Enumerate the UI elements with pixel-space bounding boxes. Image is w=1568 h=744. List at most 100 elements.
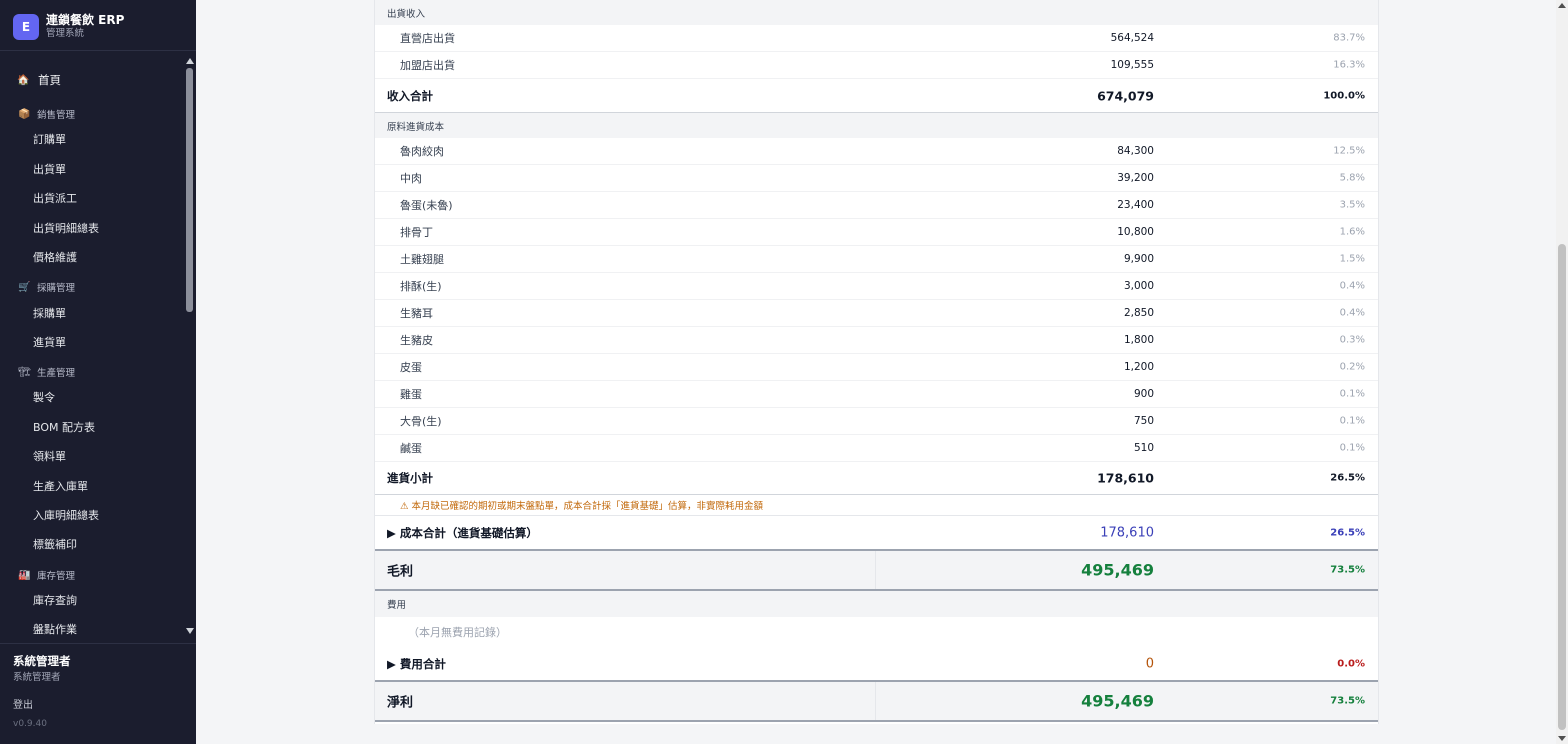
row-value: 2,850 bbox=[1123, 307, 1154, 319]
row-value: 495,469 bbox=[1081, 560, 1154, 580]
row-label: 進貨小計 bbox=[387, 471, 433, 485]
row-label: 中肉 bbox=[400, 172, 422, 185]
gross-profit-row: 毛利 495,469 73.5% bbox=[375, 551, 1378, 591]
row-percent: 73.5% bbox=[1330, 564, 1365, 576]
page-scrollbar[interactable] bbox=[1556, 0, 1568, 744]
sidebar-item-procurement-order[interactable]: 採購單 bbox=[33, 305, 66, 321]
sidebar-item-shipment[interactable]: 出貨單 bbox=[33, 161, 66, 177]
section-header-revenue: 出貨收入 bbox=[375, 0, 1378, 25]
row-label: 淨利 bbox=[387, 695, 414, 711]
sidebar-item-label-reprint[interactable]: 標籤補印 bbox=[33, 536, 77, 552]
section-header-cost: 原料進貨成本 bbox=[375, 113, 1378, 138]
sidebar-group-label: 銷售管理 bbox=[37, 110, 76, 121]
sidebar-group-label: 採購管理 bbox=[37, 283, 76, 294]
sidebar-item-goods-receipt[interactable]: 進貨單 bbox=[33, 334, 66, 350]
scroll-down-arrow-icon[interactable] bbox=[186, 628, 194, 634]
scrollbar-thumb[interactable] bbox=[1558, 244, 1566, 730]
sidebar-group-sales[interactable]: 📦 銷售管理 bbox=[18, 107, 76, 122]
table-row: 直營店出貨 564,524 83.7% bbox=[375, 25, 1378, 52]
sidebar-item-stocktake[interactable]: 盤點作業 bbox=[33, 621, 77, 637]
expense-total-row[interactable]: ▶ 費用合計 0 0.0% bbox=[375, 647, 1378, 682]
row-value: 750 bbox=[1133, 415, 1154, 427]
cost-total-row[interactable]: ▶ 成本合計（進貨基礎估算） 178,610 26.5% bbox=[375, 516, 1378, 551]
table-row: 中肉 39,200 5.8% bbox=[375, 165, 1378, 192]
brand[interactable]: E 連鎖餐飲 ERP 管理系統 bbox=[13, 13, 124, 40]
row-value: 39,200 bbox=[1117, 172, 1154, 184]
row-percent: 0.0% bbox=[1337, 658, 1365, 669]
row-percent: 3.5% bbox=[1339, 199, 1365, 211]
row-value: 495,469 bbox=[1081, 691, 1154, 711]
scrollbar-thumb[interactable] bbox=[186, 68, 193, 312]
row-value: 109,555 bbox=[1110, 59, 1154, 71]
row-label: 鹹蛋 bbox=[400, 442, 422, 455]
factory-icon: 🏭 bbox=[18, 569, 31, 581]
row-value: 1,800 bbox=[1123, 334, 1154, 346]
cart-icon: 🛒 bbox=[18, 281, 31, 293]
home-icon: 🏠 bbox=[17, 74, 30, 86]
row-label: 毛利 bbox=[387, 564, 414, 580]
table-row: 雞蛋 900 0.1% bbox=[375, 381, 1378, 408]
row-label: 直營店出貨 bbox=[400, 32, 455, 45]
package-icon: 📦 bbox=[18, 108, 31, 120]
construction-icon: 🏗 bbox=[18, 366, 31, 378]
sidebar: E 連鎖餐飲 ERP 管理系統 🏠 首頁 📦 銷售管理 訂購單 出貨單 出貨派工… bbox=[0, 0, 196, 744]
row-label: 雞蛋 bbox=[400, 388, 422, 401]
sidebar-group-inventory[interactable]: 🏭 庫存管理 bbox=[18, 568, 76, 583]
sidebar-item-receipt-detail[interactable]: 入庫明細總表 bbox=[33, 507, 99, 523]
estimate-warning: ⚠ 本月缺已確認的期初或期末盤點單，成本合計採「進貨基礎」估算，非實際耗用金額 bbox=[375, 495, 1378, 516]
logout-link[interactable]: 登出 bbox=[13, 696, 33, 711]
sidebar-scrollbar[interactable] bbox=[185, 58, 194, 634]
row-label: 加盟店出貨 bbox=[400, 59, 455, 72]
table-row: 鹹蛋 510 0.1% bbox=[375, 435, 1378, 462]
scroll-up-arrow-icon[interactable] bbox=[1558, 3, 1566, 8]
row-label: 皮蛋 bbox=[400, 361, 422, 374]
sidebar-item-inventory-query[interactable]: 庫存查詢 bbox=[33, 592, 77, 608]
table-row: 排酥(生) 3,000 0.4% bbox=[375, 273, 1378, 300]
section-header-expense: 費用 bbox=[375, 591, 1378, 617]
sidebar-group-procurement[interactable]: 🛒 採購管理 bbox=[18, 280, 76, 295]
sidebar-item-purchase-order[interactable]: 訂購單 bbox=[33, 131, 66, 147]
divider bbox=[875, 682, 876, 720]
row-percent: 26.5% bbox=[1330, 527, 1365, 538]
row-percent: 0.4% bbox=[1339, 280, 1365, 292]
row-percent: 16.3% bbox=[1333, 59, 1365, 71]
scroll-up-arrow-icon[interactable] bbox=[186, 58, 194, 64]
row-percent: 1.6% bbox=[1339, 226, 1365, 238]
divider bbox=[875, 551, 876, 589]
row-label: 生豬皮 bbox=[400, 334, 433, 347]
row-value: 1,200 bbox=[1123, 361, 1154, 373]
sidebar-group-production[interactable]: 🏗 生產管理 bbox=[18, 365, 76, 380]
purchase-subtotal-row: 進貨小計 178,610 26.5% bbox=[375, 462, 1378, 495]
row-percent: 0.2% bbox=[1339, 361, 1365, 373]
sidebar-item-work-order[interactable]: 製令 bbox=[33, 389, 55, 405]
sidebar-item-shipment-detail[interactable]: 出貨明細總表 bbox=[33, 220, 99, 236]
row-label: 排骨丁 bbox=[400, 226, 433, 239]
row-percent: 0.3% bbox=[1339, 334, 1365, 346]
row-percent: 26.5% bbox=[1330, 472, 1365, 484]
row-label: 排酥(生) bbox=[400, 280, 442, 293]
scroll-down-arrow-icon[interactable] bbox=[1558, 736, 1566, 741]
sidebar-item-material-issue[interactable]: 領料單 bbox=[33, 448, 66, 464]
row-value: 564,524 bbox=[1110, 32, 1154, 44]
sidebar-item-production-receipt[interactable]: 生產入庫單 bbox=[33, 478, 88, 494]
row-percent: 0.1% bbox=[1339, 388, 1365, 400]
sidebar-item-label: 首頁 bbox=[38, 73, 61, 87]
main-content: 出貨收入 直營店出貨 564,524 83.7% 加盟店出貨 109,555 1… bbox=[196, 0, 1556, 744]
table-row: 皮蛋 1,200 0.2% bbox=[375, 354, 1378, 381]
sidebar-item-price[interactable]: 價格維護 bbox=[33, 249, 77, 265]
row-percent: 12.5% bbox=[1333, 145, 1365, 157]
row-label: ▶ 費用合計 bbox=[387, 656, 446, 671]
sidebar-group-label: 生產管理 bbox=[37, 368, 76, 379]
row-label: 魯蛋(未魯) bbox=[400, 199, 453, 212]
sidebar-item-home[interactable]: 🏠 首頁 bbox=[17, 72, 61, 88]
table-row: 生豬皮 1,800 0.3% bbox=[375, 327, 1378, 354]
sidebar-item-dispatch[interactable]: 出貨派工 bbox=[33, 190, 77, 206]
row-label: 生豬耳 bbox=[400, 307, 433, 320]
divider bbox=[0, 643, 196, 644]
sidebar-item-bom[interactable]: BOM 配方表 bbox=[33, 419, 95, 435]
sidebar-group-label: 庫存管理 bbox=[37, 571, 76, 582]
row-value: 178,610 bbox=[1097, 470, 1154, 486]
row-value: 674,079 bbox=[1097, 88, 1154, 103]
table-row: 排骨丁 10,800 1.6% bbox=[375, 219, 1378, 246]
user-role: 系統管理者 bbox=[13, 672, 61, 683]
